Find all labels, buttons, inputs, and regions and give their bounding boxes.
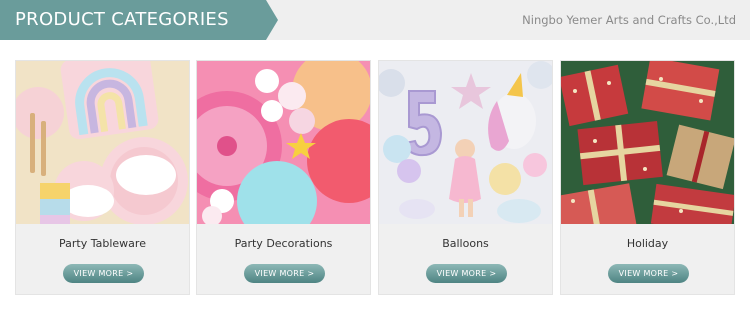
company-name: Ningbo Yemer Arts and Crafts Co.,Ltd (522, 13, 736, 27)
category-label: Party Decorations (234, 237, 333, 250)
view-more-button[interactable]: VIEW MORE > (608, 264, 689, 283)
category-label: Holiday (626, 237, 669, 250)
category-card-party-decorations: Party Decorations VIEW MORE > (196, 60, 371, 295)
view-more-button[interactable]: VIEW MORE > (63, 264, 144, 283)
header-bar: PRODUCT CATEGORIES Ningbo Yemer Arts and… (0, 0, 750, 40)
category-image-balloons[interactable] (379, 61, 552, 224)
view-more-button[interactable]: VIEW MORE > (244, 264, 325, 283)
category-label: Party Tableware (59, 237, 146, 250)
category-image-party-decorations[interactable] (197, 61, 370, 224)
category-image-holiday[interactable] (561, 61, 734, 224)
category-label: Balloons (442, 237, 489, 250)
view-more-button[interactable]: VIEW MORE > (426, 264, 507, 283)
category-card-balloons: Balloons VIEW MORE > (378, 60, 553, 295)
category-card-holiday: Holiday VIEW MORE > (560, 60, 735, 295)
category-card-party-tableware: Party Tableware VIEW MORE > (15, 60, 190, 295)
category-image-party-tableware[interactable] (16, 61, 189, 224)
section-title: PRODUCT CATEGORIES (15, 9, 229, 30)
